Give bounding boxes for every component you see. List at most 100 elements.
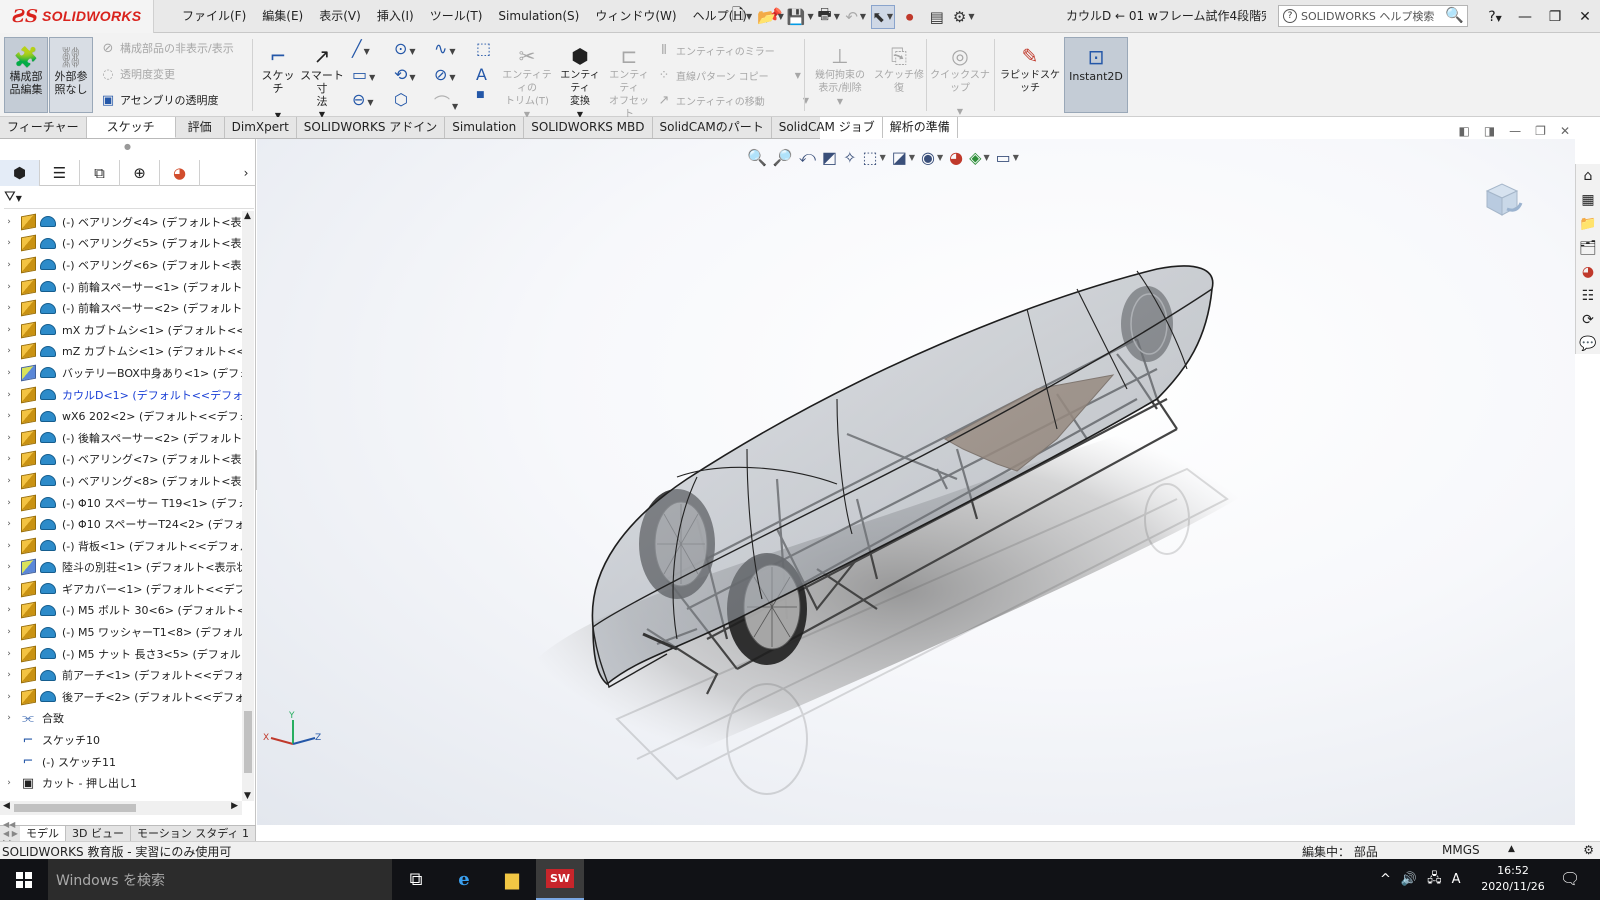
volume-icon[interactable]: 🔊 xyxy=(1401,872,1417,887)
mirror-entities-button[interactable]: ⫴ エンティティのミラー xyxy=(656,39,775,61)
tree-vertical-scrollbar[interactable]: ▲ ▼ xyxy=(242,211,254,801)
tab-navigation-icon[interactable]: ◀◀ ◀ ▶ ▶▶ xyxy=(0,820,20,847)
quick-snaps-dropdown-icon[interactable]: ▼ xyxy=(957,105,963,118)
expand-arrow-icon[interactable]: › xyxy=(0,346,18,356)
tree-item[interactable]: › (-) 後輪スペーサー<2> (デフォルト<<デ xyxy=(0,427,242,449)
polygon-icon[interactable]: ⬡ xyxy=(394,90,408,109)
tab-addins[interactable]: SOLIDWORKS アドイン xyxy=(297,117,446,138)
smart-dimension-button[interactable]: ↗ スマート寸 法 ▼ xyxy=(300,37,344,119)
quick-snaps-button[interactable]: ◎ クイックスナップ ▼ xyxy=(928,37,992,116)
rebuild-icon[interactable]: ⏺ xyxy=(898,5,922,29)
print-icon[interactable]: 🖶 ▼ xyxy=(817,5,841,29)
expand-arrow-icon[interactable]: › xyxy=(0,411,18,421)
tree-item[interactable]: › (-) 前輪スペーサー<1> (デフォルト<<デ xyxy=(0,276,242,298)
expand-arrow-icon[interactable]: › xyxy=(0,325,18,335)
expand-arrow-icon[interactable]: › xyxy=(0,390,18,400)
tree-item[interactable]: › ⫘ 合致 xyxy=(0,708,242,730)
scroll-down-icon[interactable]: ▼ xyxy=(244,791,251,801)
task-view-icon[interactable]: ⧉ xyxy=(392,859,440,900)
expand-arrow-icon[interactable]: › xyxy=(0,368,18,378)
linear-pattern-button[interactable]: ⁘ 直線パターン コピー ▼ xyxy=(656,64,801,86)
tree-filter-icon[interactable]: ⛛▼ xyxy=(4,189,254,209)
more-tabs-icon[interactable]: › xyxy=(236,160,256,185)
help-icon[interactable]: ?▼ xyxy=(1480,9,1510,25)
expand-arrow-icon[interactable]: › xyxy=(0,778,18,788)
no-external-references-button[interactable]: ⛓ 外部参 照なし xyxy=(49,37,93,113)
tab-mbd[interactable]: SOLIDWORKS MBD xyxy=(524,117,653,138)
tree-item[interactable]: › (-) ベアリング<6> (デフォルト<表示状 xyxy=(0,254,242,276)
propertymanager-tab-icon[interactable]: ☰ xyxy=(40,160,80,186)
expand-arrow-icon[interactable]: › xyxy=(0,519,18,529)
help-search-input[interactable]: ? SOLIDWORKS ヘルプ検索 xyxy=(1278,5,1468,27)
panel-grip-icon[interactable]: ● xyxy=(124,142,131,151)
spline-icon[interactable]: ∿ ▼ xyxy=(434,39,456,58)
tree-item[interactable]: › (-) 背板<1> (デフォルト<<デフォルト>_ xyxy=(0,535,242,557)
sketch-fillet-icon[interactable]: ⬚ xyxy=(476,39,491,58)
expand-arrow-icon[interactable]: › xyxy=(0,713,18,723)
home-icon[interactable]: ⌂ xyxy=(1576,164,1600,188)
tile-left-icon[interactable]: ◧ xyxy=(1458,124,1469,138)
menu-simulation[interactable]: Simulation(S) xyxy=(490,0,587,33)
menu-window[interactable]: ウィンドウ(W) xyxy=(587,0,684,33)
resources-icon[interactable]: ▦ xyxy=(1576,188,1600,212)
tree-item[interactable]: › 後アーチ<2> (デフォルト<<デフォルト>_表 xyxy=(0,686,242,708)
expand-arrow-icon[interactable]: › xyxy=(0,282,18,292)
tree-item[interactable]: › 前アーチ<1> (デフォルト<<デフォルト>_表 xyxy=(0,664,242,686)
solidworks-taskbar-icon[interactable]: SW xyxy=(536,859,584,900)
tree-item[interactable]: › バッテリーBOX中身あり<1> (デフォルト xyxy=(0,362,242,384)
display-relations-button[interactable]: ⊥ 幾何拘束の 表示/削除 ▼ xyxy=(808,37,872,113)
solidworks-logo[interactable]: ƧS SOLIDWORKS xyxy=(0,0,154,33)
hscrollbar-thumb[interactable] xyxy=(14,804,136,812)
menu-insert[interactable]: 挿入(I) xyxy=(369,0,422,33)
relations-dropdown-icon[interactable]: ▼ xyxy=(837,95,843,108)
menu-tools[interactable]: ツール(T) xyxy=(422,0,491,33)
ime-indicator[interactable]: A xyxy=(1452,872,1461,887)
tree-item[interactable]: › (-) M5 ワッシャーT1<8> (デフォルト<< xyxy=(0,621,242,643)
appearances-icon[interactable]: ◕ xyxy=(1576,260,1600,284)
tray-expand-icon[interactable]: ^ xyxy=(1380,872,1391,887)
minimize-icon[interactable]: — xyxy=(1510,9,1540,25)
options-icon[interactable]: ⚙ ▼ xyxy=(952,5,976,29)
tile-right-icon[interactable]: ◨ xyxy=(1484,124,1495,138)
tree-item[interactable]: › mZ カブトムシ<1> (デフォルト<<デフォ xyxy=(0,341,242,363)
expand-arrow-icon[interactable]: › xyxy=(0,303,18,313)
tree-item[interactable]: › (-) Φ10 スペーサーT24<2> (デフォルト xyxy=(0,513,242,535)
design-library-icon[interactable]: 📁 xyxy=(1576,212,1600,236)
tab-solidcam-job[interactable]: SolidCAM ジョブ xyxy=(772,117,883,138)
open-icon[interactable]: 📂 ▼ xyxy=(757,5,784,29)
tree-item[interactable]: › mX カブトムシ<1> (デフォルト<<デフォ xyxy=(0,319,242,341)
move-entities-button[interactable]: ↗ エンティティの移動 ▼ xyxy=(656,89,809,111)
doc-minimize-icon[interactable]: — xyxy=(1509,124,1521,138)
save-icon[interactable]: 💾 ▼ xyxy=(787,5,814,29)
windows-search-input[interactable]: Windows を検索 xyxy=(48,859,392,900)
file-explorer-taskbar-icon[interactable]: ▆ xyxy=(488,859,536,900)
tree-item[interactable]: › 陸斗の別荘<1> (デフォルト<表示状態 xyxy=(0,557,242,579)
configurationmanager-tab-icon[interactable]: ⧉ xyxy=(80,160,120,186)
sketch-button[interactable]: ⌐ スケッチ ▼ xyxy=(258,37,298,120)
expand-arrow-icon[interactable]: › xyxy=(0,454,18,464)
tree-item[interactable]: ⌐ (-) スケッチ11 xyxy=(0,751,242,773)
expand-arrow-icon[interactable]: › xyxy=(0,670,18,680)
tree-item[interactable]: › (-) M5 ボルト 30<6> (デフォルト<<デ xyxy=(0,600,242,622)
tab-features[interactable]: フィーチャー xyxy=(0,117,87,138)
tab-analysis-prep[interactable]: 解析の準備 xyxy=(883,117,958,138)
notification-icon[interactable]: 🗨 xyxy=(1560,869,1580,888)
tree-item[interactable]: › ギアカバー<1> (デフォルト<<デフォルト> xyxy=(0,578,242,600)
tree-item[interactable]: › wX6 202<2> (デフォルト<<デフォルト> xyxy=(0,405,242,427)
tree-item[interactable]: › (-) ベアリング<7> (デフォルト<表示状 xyxy=(0,449,242,471)
close-icon[interactable]: ✕ xyxy=(1570,9,1600,25)
straight-slot-icon[interactable]: ⊖ ▼ xyxy=(352,90,374,109)
select-icon[interactable]: ⬉ ▼ xyxy=(870,4,895,29)
units-dropdown-icon[interactable]: ▲ xyxy=(1508,844,1515,854)
tab-evaluate[interactable]: 評価 xyxy=(176,117,225,138)
change-transparency-button[interactable]: ◌ 透明度変更 xyxy=(100,63,175,85)
tree-item[interactable]: › (-) M5 ナット 長さ3<5> (デフォルト<< xyxy=(0,643,242,665)
rebuild-status-icon[interactable]: ⚙ xyxy=(1583,843,1594,857)
comments-icon[interactable]: 💬 xyxy=(1576,332,1600,356)
expand-arrow-icon[interactable]: › xyxy=(0,541,18,551)
network-icon[interactable]: 🖧 xyxy=(1427,869,1442,891)
instant2d-button[interactable]: ⊡ Instant2D xyxy=(1064,37,1128,113)
tree-item[interactable]: › (-) 前輪スペーサー<2> (デフォルト<<デ xyxy=(0,297,242,319)
assembly-transparency-button[interactable]: ▣ アセンブリの透明度 xyxy=(100,89,219,111)
tree-item[interactable]: › (-) ベアリング<8> (デフォルト<表示状 xyxy=(0,470,242,492)
